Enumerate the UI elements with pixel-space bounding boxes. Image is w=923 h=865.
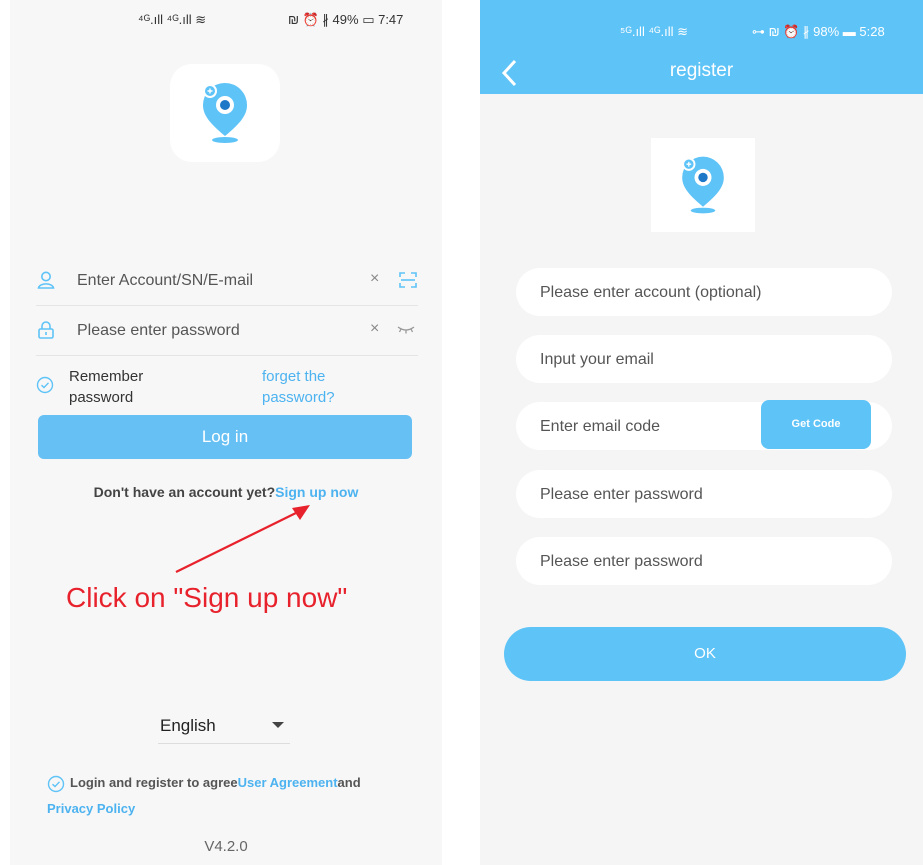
app-logo [170,64,280,162]
status-right: ⊶ ₪ ⏰ ∦ 98% ▬ 5:28 [752,24,885,39]
account-placeholder: Enter Account/SN/E-mail [77,272,254,289]
agreement-text: Login and register to agreeUser Agreemen… [47,770,427,822]
account-placeholder: Please enter account (optional) [540,284,762,301]
scan-icon[interactable] [398,270,418,290]
register-screen: ⁵ᴳ.ıll ⁴ᴳ.ıll ≋ ⊶ ₪ ⏰ ∦ 98% ▬ 5:28 regis… [480,0,923,865]
password-input[interactable]: Please enter password [516,470,892,518]
status-right: ₪ ⏰ ∦ 49% ▭ 7:47 [288,12,404,27]
privacy-policy-link[interactable]: Privacy Policy [47,801,135,816]
confirm-password-input[interactable]: Please enter password [516,537,892,585]
location-pin-icon [203,83,247,143]
login-button[interactable]: Log in [38,415,412,459]
status-signal: ⁵ᴳ.ıll ⁴ᴳ.ıll ≋ [620,24,688,39]
register-header: ⁵ᴳ.ıll ⁴ᴳ.ıll ≋ ⊶ ₪ ⏰ ∦ 98% ▬ 5:28 regis… [480,0,923,94]
check-circle-icon [36,376,54,394]
annotation-arrow-icon [175,505,310,573]
user-icon [37,271,55,289]
language-value: English [160,716,216,735]
ok-button[interactable]: OK [504,627,906,681]
agree-prefix: Login and register to agree [70,775,238,790]
agree-and: and [337,775,361,790]
language-select[interactable]: English [158,714,290,744]
annotation-text: Click on "Sign up now" [66,582,348,613]
screenshot-root: ⁴ᴳ.ıll ⁴ᴳ.ıll ≋ ₪ ⏰ ∦ 49% ▭ 7:47 Enter A… [0,0,923,865]
password-placeholder: Please enter password [540,486,703,503]
lock-icon [38,321,54,339]
account-field[interactable]: Enter Account/SN/E-mail × [36,256,418,306]
forgot-password-link[interactable]: forget the password? [262,366,382,408]
status-signal: ⁴ᴳ.ıll ⁴ᴳ.ıll ≋ [138,12,207,27]
password-field[interactable]: Please enter password × [36,306,418,356]
app-version: V4.2.0 [204,838,248,855]
password-placeholder: Please enter password [77,322,240,339]
agree-check-icon[interactable] [47,775,65,793]
clear-account-icon[interactable]: × [370,270,379,288]
email-input[interactable]: Input your email [516,335,892,383]
remember-password-toggle[interactable]: Remember password [36,366,236,406]
chevron-down-icon [272,722,284,728]
page-title: register [669,60,734,81]
user-agreement-link[interactable]: User Agreement [238,775,338,790]
eye-closed-icon[interactable] [396,324,416,336]
get-code-button[interactable]: Get Code [761,400,871,449]
app-logo [651,138,755,232]
clear-password-icon[interactable]: × [370,320,379,338]
account-input[interactable]: Please enter account (optional) [516,268,892,316]
location-pin-icon [682,156,724,214]
email-placeholder: Input your email [540,351,654,368]
confirm-password-placeholder: Please enter password [540,553,703,570]
login-screen: ⁴ᴳ.ıll ⁴ᴳ.ıll ≋ ₪ ⏰ ∦ 49% ▭ 7:47 Enter A… [10,0,442,865]
code-placeholder: Enter email code [540,418,661,435]
remember-label: Remember password [69,368,144,406]
